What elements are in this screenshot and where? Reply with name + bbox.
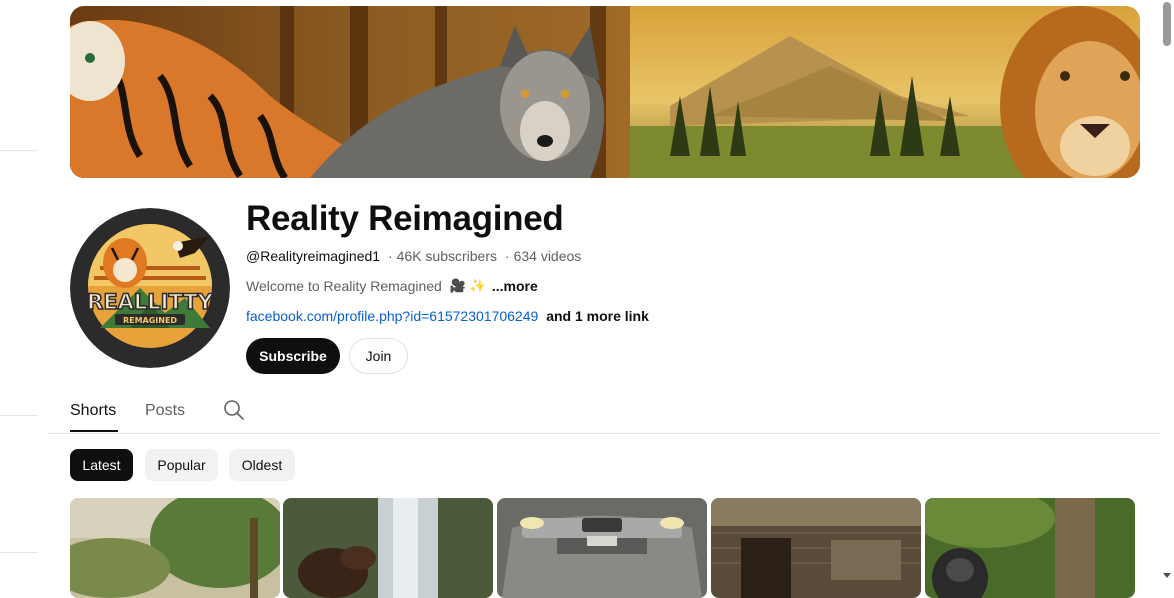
short-thumbnail[interactable] — [497, 498, 707, 598]
facebook-link[interactable]: facebook.com/profile.php?id=615723017062… — [246, 308, 538, 324]
scroll-thumb[interactable] — [1163, 2, 1171, 46]
more-link[interactable]: ...more — [492, 277, 538, 295]
rail-divider — [0, 150, 38, 151]
scroll-down-arrow-icon[interactable] — [1163, 573, 1171, 578]
short-thumbnail[interactable] — [70, 498, 280, 598]
description-emoji: 🎥 ✨ — [449, 278, 486, 293]
more-links-button[interactable]: and 1 more link — [546, 308, 649, 324]
scrollbar[interactable] — [1160, 0, 1174, 582]
subscribe-button[interactable]: Subscribe — [246, 338, 340, 374]
meta-separator: · — [504, 248, 510, 264]
rail-divider — [0, 415, 38, 416]
filter-oldest[interactable]: Oldest — [229, 449, 295, 481]
channel-name: Reality Reimagined — [246, 199, 564, 238]
video-count: 634 videos — [513, 248, 582, 264]
active-tab-indicator — [70, 430, 118, 432]
subscriber-count: 46K subscribers — [396, 248, 498, 264]
join-button[interactable]: Join — [349, 338, 408, 374]
channel-meta: @Realityreimagined1 · 46K subscribers · 63… — [246, 247, 581, 265]
channel-avatar[interactable]: REALLITTY REMAGINED — [70, 208, 230, 368]
description-text: Welcome to Reality Remagined — [246, 278, 442, 294]
tabs-divider — [48, 433, 1160, 434]
avatar-title: REALLITTY — [87, 290, 213, 314]
channel-handle: @Realityreimagined1 — [246, 248, 381, 264]
filter-popular[interactable]: Popular — [145, 449, 218, 481]
tab-shorts[interactable]: Shorts — [70, 401, 116, 421]
avatar-subtitle: REMAGINED — [123, 316, 177, 325]
short-thumbnail[interactable] — [925, 498, 1135, 598]
short-thumbnail[interactable] — [283, 498, 493, 598]
channel-description[interactable]: Welcome to Reality Remagined 🎥 ✨ ...more — [246, 277, 538, 295]
tab-posts[interactable]: Posts — [145, 401, 185, 421]
meta-separator: · — [387, 248, 393, 264]
search-icon[interactable] — [223, 399, 245, 421]
left-rail — [0, 0, 38, 582]
channel-links: facebook.com/profile.php?id=615723017062… — [246, 307, 649, 325]
channel-banner — [70, 6, 1140, 178]
short-thumbnail[interactable] — [711, 498, 921, 598]
filter-latest[interactable]: Latest — [70, 449, 133, 481]
rail-divider — [0, 552, 38, 553]
